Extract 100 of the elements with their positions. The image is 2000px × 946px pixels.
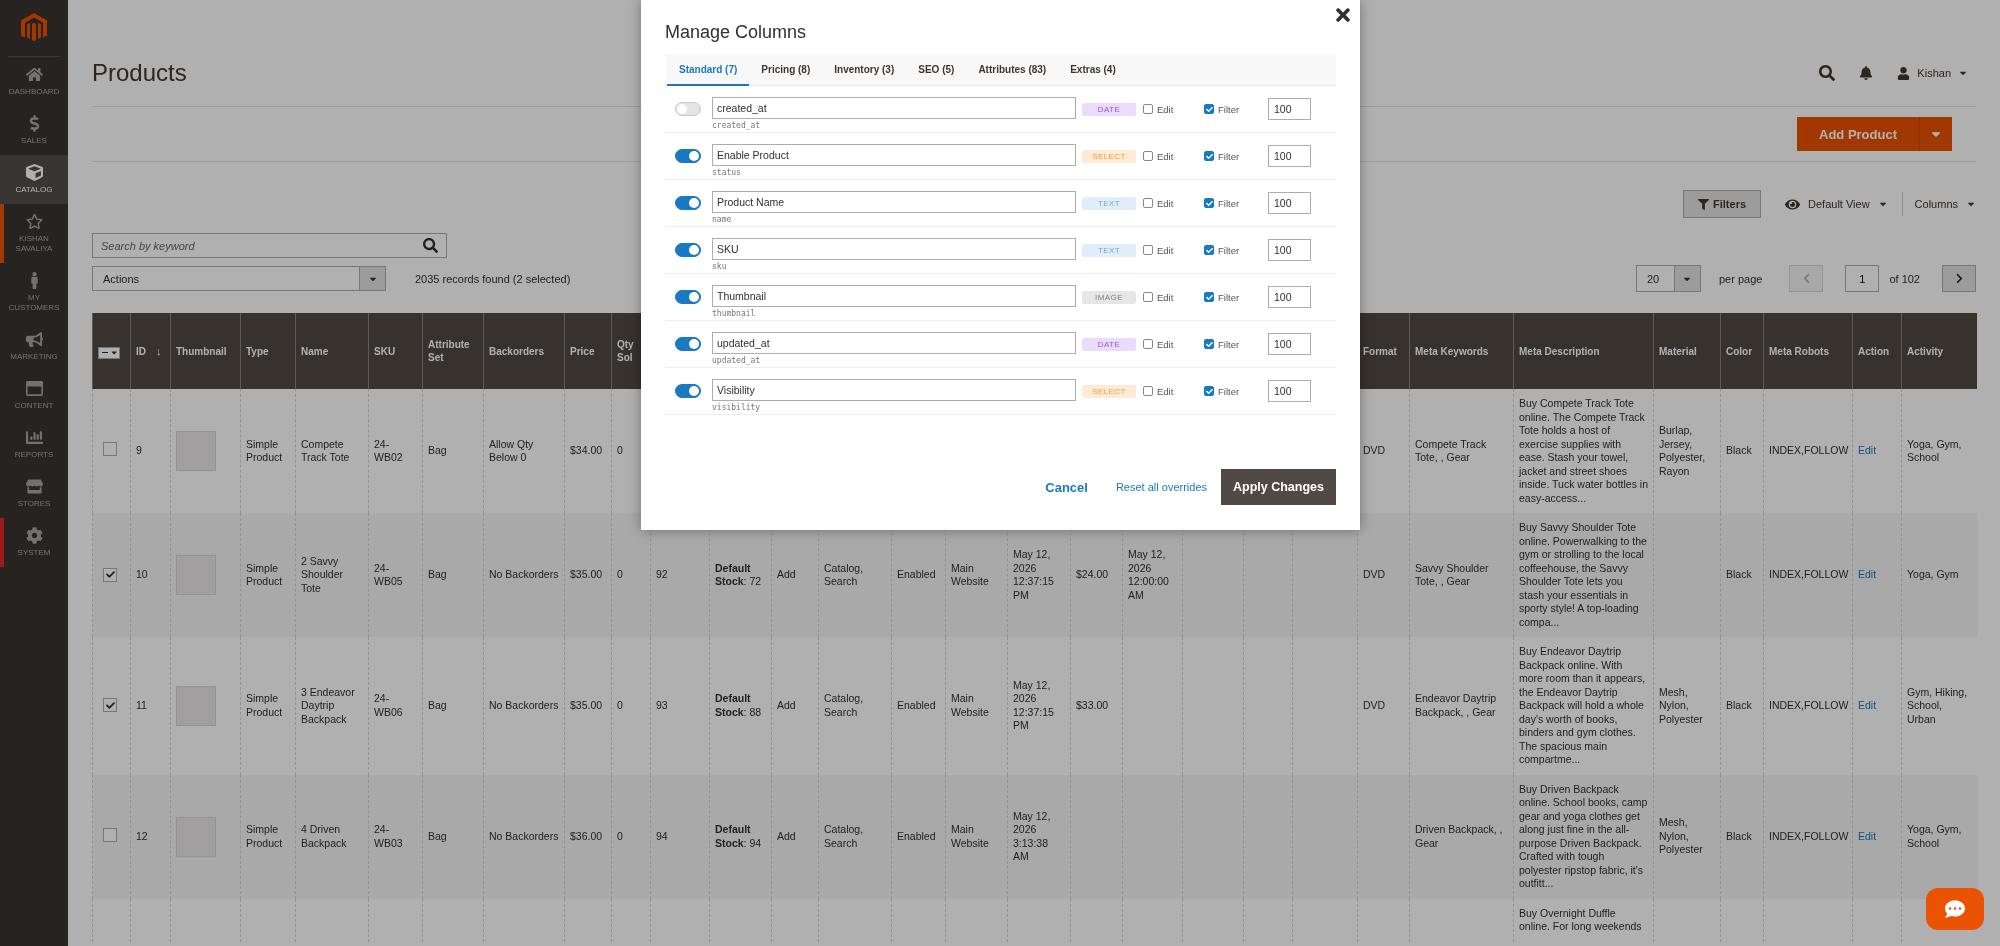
- notifications-button[interactable]: [1859, 66, 1874, 80]
- column-label-field[interactable]: Visibility: [712, 378, 1076, 401]
- apply-changes-button[interactable]: Apply Changes: [1221, 469, 1336, 505]
- number-field[interactable]: 100: [1268, 192, 1311, 214]
- column-header[interactable]: Meta Keywords: [1409, 313, 1514, 389]
- toggle-switch[interactable]: [675, 102, 701, 116]
- edit-link[interactable]: Edit: [1858, 444, 1877, 457]
- column-header[interactable]: Backorders: [483, 313, 565, 389]
- check-icon: [1205, 152, 1213, 160]
- nav-item[interactable]: REPORTS: [0, 420, 68, 469]
- toggle-switch[interactable]: [675, 243, 701, 257]
- column-label-field[interactable]: created_at: [712, 96, 1076, 119]
- toggle-switch[interactable]: [675, 149, 701, 163]
- column-label-field[interactable]: Enable Product: [712, 143, 1076, 166]
- per-page-select[interactable]: 20: [1635, 265, 1701, 292]
- nav-item[interactable]: DASHBOARD: [0, 57, 68, 106]
- add-options-button[interactable]: [1919, 117, 1952, 151]
- edit-checkbox[interactable]: [1143, 151, 1153, 161]
- number-field[interactable]: 100: [1268, 239, 1311, 261]
- column-label-field[interactable]: SKU: [712, 237, 1076, 260]
- column-label-field[interactable]: Thumbnail: [712, 284, 1076, 307]
- tab[interactable]: SEO (5): [906, 54, 967, 86]
- edit-link[interactable]: Edit: [1858, 568, 1877, 581]
- toggle-switch[interactable]: [675, 384, 701, 398]
- column-header[interactable]: Thumbnail: [170, 313, 241, 389]
- column-header[interactable]: Price: [564, 313, 612, 389]
- number-field[interactable]: 100: [1268, 98, 1311, 120]
- reset-overrides-link[interactable]: Reset all overrides: [1115, 481, 1207, 493]
- edit-checkbox[interactable]: [1143, 292, 1153, 302]
- column-header[interactable]: Type: [240, 313, 296, 389]
- mass-select-control[interactable]: [98, 346, 120, 359]
- column-header[interactable]: SKU: [368, 313, 423, 389]
- nav-item[interactable]: CONTENT: [0, 371, 68, 420]
- add-product-button[interactable]: Add Product: [1797, 117, 1919, 151]
- column-label-field[interactable]: updated_at: [712, 331, 1076, 354]
- nav-item[interactable]: MARKETING: [0, 322, 68, 371]
- filter-checkbox[interactable]: [1204, 104, 1214, 114]
- nav-item[interactable]: SALES: [0, 106, 68, 155]
- nav-item[interactable]: STORES: [0, 469, 68, 518]
- column-header[interactable]: Activity: [1901, 313, 1977, 389]
- user-menu[interactable]: Kishan: [1897, 66, 1968, 80]
- page-field[interactable]: 1: [1845, 265, 1880, 292]
- checkbox-label: Edit: [1157, 197, 1174, 209]
- column-label-field[interactable]: Product Name: [712, 190, 1076, 213]
- nav-item[interactable]: MY CUSTOMERS: [0, 263, 68, 322]
- view-dropdown[interactable]: Default View: [1785, 196, 1888, 212]
- column-header[interactable]: Format: [1357, 313, 1410, 389]
- toggle-switch[interactable]: [675, 196, 701, 210]
- tab[interactable]: Attributes (83): [966, 54, 1059, 86]
- edit-link[interactable]: Edit: [1858, 829, 1877, 842]
- tab[interactable]: Inventory (3): [822, 54, 907, 86]
- row-checkbox[interactable]: [103, 442, 117, 457]
- toggle-switch[interactable]: [675, 290, 701, 304]
- thumbnail-placeholder: [176, 431, 216, 471]
- chat-button[interactable]: [1926, 888, 1984, 930]
- column-header[interactable]: Attribute Set: [422, 313, 484, 389]
- filter-checkbox[interactable]: [1204, 292, 1214, 302]
- number-field[interactable]: 100: [1268, 145, 1311, 167]
- filter-checkbox[interactable]: [1204, 386, 1214, 396]
- column-header[interactable]: Action: [1852, 313, 1902, 389]
- toggle-switch[interactable]: [675, 337, 701, 351]
- row-checkbox[interactable]: [103, 567, 117, 582]
- filters-button[interactable]: Filters: [1683, 190, 1762, 218]
- number-field[interactable]: 100: [1268, 333, 1311, 355]
- number-field[interactable]: 100: [1268, 286, 1311, 308]
- column-header[interactable]: Color: [1720, 313, 1764, 389]
- edit-checkbox[interactable]: [1143, 339, 1153, 349]
- table-cell: Bag: [422, 774, 484, 899]
- table-cell: Default Stock: 88: [709, 637, 772, 775]
- edit-link[interactable]: Edit: [1858, 699, 1877, 711]
- filter-checkbox[interactable]: [1204, 151, 1214, 161]
- next-page-button[interactable]: [1942, 265, 1976, 292]
- tab[interactable]: Standard (7): [667, 54, 750, 86]
- columns-dropdown[interactable]: Columns: [1914, 198, 1976, 210]
- filter-checkbox[interactable]: [1204, 198, 1214, 208]
- edit-checkbox[interactable]: [1143, 386, 1153, 396]
- search-button[interactable]: [1819, 65, 1836, 81]
- nav-item[interactable]: CATALOG: [0, 155, 68, 204]
- nav-item[interactable]: SYSTEM: [0, 518, 68, 567]
- tab[interactable]: Extras (4): [1058, 54, 1128, 86]
- close-button[interactable]: [1333, 5, 1353, 25]
- cancel-link[interactable]: Cancel: [1045, 479, 1088, 495]
- edit-checkbox[interactable]: [1143, 198, 1153, 208]
- edit-checkbox[interactable]: [1143, 245, 1153, 255]
- tab[interactable]: Pricing (8): [749, 54, 823, 86]
- number-field[interactable]: 100: [1268, 380, 1311, 402]
- filter-checkbox[interactable]: [1204, 339, 1214, 349]
- filter-checkbox[interactable]: [1204, 245, 1214, 255]
- column-header[interactable]: Meta Robots: [1763, 313, 1853, 389]
- column-header[interactable]: ID: [136, 344, 146, 358]
- search-field[interactable]: Search by keyword: [92, 233, 447, 258]
- nav-item[interactable]: KISHAN SAVALIYA: [0, 204, 68, 263]
- column-header[interactable]: Material: [1653, 313, 1721, 389]
- row-checkbox[interactable]: [103, 827, 117, 842]
- column-header[interactable]: Meta Description: [1513, 313, 1654, 389]
- column-header[interactable]: Name: [295, 313, 369, 389]
- checkbox-label: Filter: [1218, 385, 1240, 397]
- actions-select[interactable]: Actions: [92, 266, 386, 291]
- edit-checkbox[interactable]: [1143, 104, 1153, 114]
- row-checkbox[interactable]: [103, 698, 117, 713]
